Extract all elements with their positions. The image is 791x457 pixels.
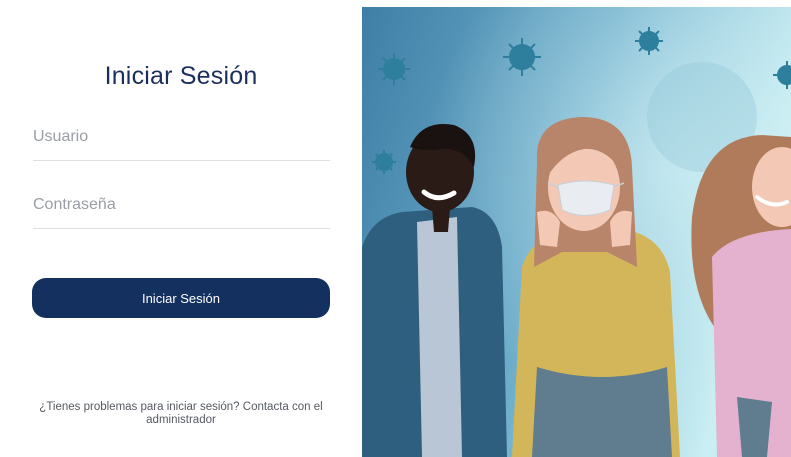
login-page: Iniciar Sesión Iniciar Sesión ¿Tienes pr… bbox=[0, 0, 791, 457]
username-input[interactable] bbox=[33, 114, 330, 161]
people-with-virus-background-icon bbox=[362, 7, 791, 457]
password-input[interactable] bbox=[33, 182, 330, 229]
login-button[interactable]: Iniciar Sesión bbox=[32, 278, 330, 318]
page-title: Iniciar Sesión bbox=[104, 62, 258, 90]
illustration-panel bbox=[362, 7, 791, 457]
login-panel: Iniciar Sesión Iniciar Sesión ¿Tienes pr… bbox=[0, 0, 362, 457]
help-text: ¿Tienes problemas para iniciar sesión? C… bbox=[39, 401, 323, 426]
virus-icon bbox=[635, 27, 663, 55]
